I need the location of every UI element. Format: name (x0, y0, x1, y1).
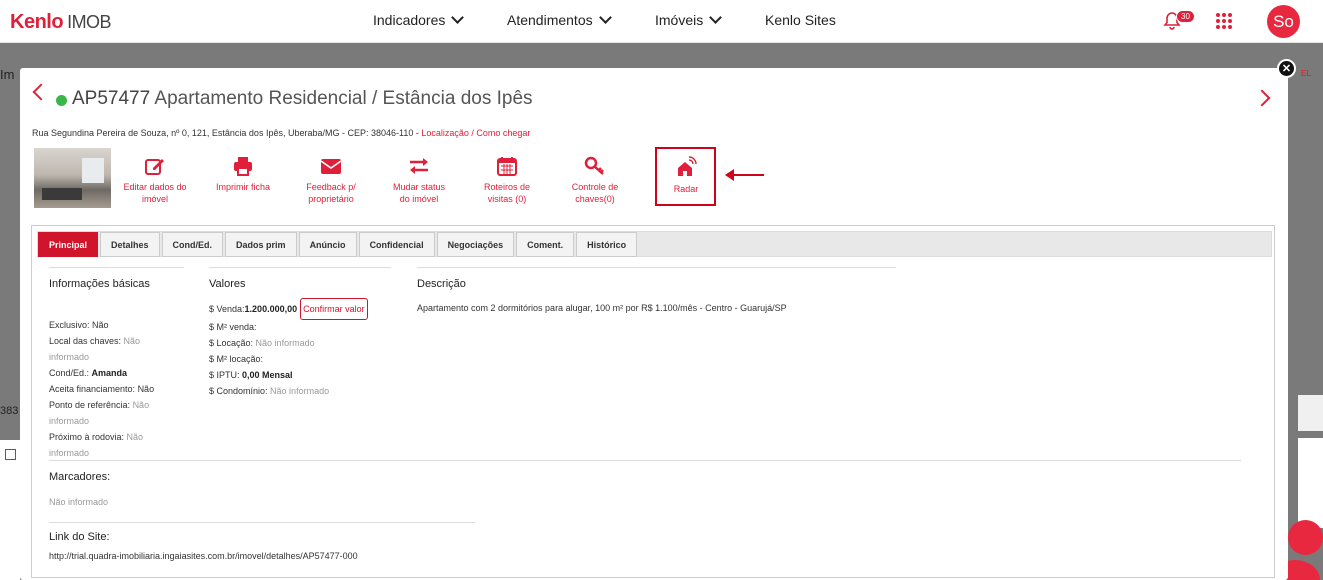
annotation-arrow-icon (725, 169, 764, 181)
background-panel (1298, 395, 1323, 431)
action-label: Imprimir ficha (215, 182, 270, 192)
calendar-icon (497, 157, 517, 176)
details-panel: Principal Detalhes Cond/Ed. Dados prim A… (31, 225, 1275, 578)
printer-icon (234, 157, 252, 176)
property-code: AP57477 (72, 88, 151, 109)
visit-routes-button[interactable]: Roteiros de visitas (0) (462, 156, 552, 205)
info-fields: Exclusivo: Não Local das chaves: Não inf… (49, 320, 155, 458)
section-title-marcadores: Marcadores: (49, 471, 111, 483)
chevron-down-icon (598, 11, 612, 24)
address-text: Rua Segundina Pereira de Souza, nº 0, 12… (32, 128, 422, 138)
close-modal-button[interactable]: ✕ (1277, 59, 1296, 78)
kenlo-logo[interactable]: Kenlo IMOB (10, 11, 112, 34)
logo-sub-text: IMOB (67, 12, 112, 32)
divider (209, 267, 391, 268)
section-title-valores: Valores (209, 278, 246, 290)
action-label: proprietário (308, 194, 354, 204)
nav-atendimentos[interactable]: Atendimentos (507, 11, 612, 28)
action-label: Mudar status (392, 182, 446, 192)
tab-historico[interactable]: Histórico (576, 232, 638, 257)
key-icon (584, 156, 604, 175)
action-label: Editar dados do (123, 182, 187, 192)
action-label: Roteiros de (483, 182, 531, 192)
edit-property-button[interactable]: Editar dados do imóvel (110, 156, 200, 205)
tab-confidencial[interactable]: Confidencial (358, 232, 435, 257)
background-text: Im (0, 67, 15, 82)
edit-icon (145, 159, 164, 175)
background-panel (1298, 438, 1323, 528)
chat-fab-button[interactable] (1288, 520, 1323, 555)
property-title: AP57477 Apartamento Residencial / Estânc… (72, 88, 533, 110)
background-text: EL (1301, 69, 1312, 78)
action-label: imóvel (141, 194, 168, 204)
change-status-button[interactable]: Mudar status do imóvel (374, 156, 464, 205)
property-address: Rua Segundina Pereira de Souza, nº 0, 12… (32, 128, 530, 138)
action-label: Feedback p/ (306, 182, 356, 192)
tab-detalhes[interactable]: Detalhes (100, 232, 160, 257)
tab-negociacoes[interactable]: Negociações (436, 232, 515, 257)
tab-bar: Principal Detalhes Cond/Ed. Dados prim A… (37, 231, 1272, 257)
background-checkbox (5, 449, 16, 460)
radar-button[interactable]: Radar (641, 156, 731, 195)
next-arrow-icon[interactable] (1253, 89, 1271, 107)
divider (49, 267, 184, 268)
chevron-down-icon (709, 11, 723, 24)
nav-label: Imóveis (655, 12, 704, 28)
status-dot (56, 95, 67, 106)
section-title-descricao: Descrição (417, 278, 466, 290)
radar-home-icon (678, 156, 697, 176)
tab-principal[interactable]: Principal (38, 232, 99, 257)
nav-label: Atendimentos (507, 12, 593, 28)
tab-dados-prim[interactable]: Dados prim (225, 232, 297, 257)
directions-link[interactable]: Como chegar (476, 128, 530, 138)
action-label: do imóvel (399, 194, 439, 204)
owner-feedback-button[interactable]: Feedback p/ proprietário (286, 156, 376, 205)
notification-badge: 30 (1176, 10, 1195, 23)
divider (49, 460, 1241, 461)
top-navbar: Kenlo IMOB Indicadores Atendimentos Imóve… (0, 0, 1323, 43)
apps-grid-icon[interactable] (1216, 13, 1232, 29)
tab-comentarios[interactable]: Coment. (516, 232, 575, 257)
chevron-down-icon (451, 11, 465, 24)
location-link[interactable]: Localização (421, 128, 469, 138)
section-title-link-site: Link do Site: (49, 531, 110, 543)
divider (49, 522, 475, 523)
tab-anuncio[interactable]: Anúncio (298, 232, 357, 257)
action-label: Radar (673, 184, 699, 194)
action-label: chaves(0) (575, 194, 615, 204)
background-text: 383 (0, 405, 19, 417)
previous-arrow-icon[interactable] (32, 83, 50, 101)
nav-indicadores[interactable]: Indicadores (373, 11, 465, 28)
nav-kenlo-sites[interactable]: Kenlo Sites (765, 12, 836, 28)
property-name: Apartamento Residencial / Estância dos I… (154, 88, 533, 109)
valores-fields: $ Venda: 1.200.000,00 Confirmar valor $ M… (209, 298, 409, 399)
site-link[interactable]: http://trial.quadra-imobiliaria.ingaiasi… (49, 548, 358, 564)
tab-cond-ed[interactable]: Cond/Ed. (161, 232, 224, 257)
background-panel (0, 440, 20, 580)
description-text: Apartamento com 2 dormitórios para aluga… (417, 303, 787, 313)
action-label: Controle de (571, 182, 619, 192)
marcadores-value: Não informado (49, 497, 109, 507)
nav-imoveis[interactable]: Imóveis (655, 11, 723, 28)
logo-main-text: Kenlo (10, 11, 64, 33)
print-sheet-button[interactable]: Imprimir ficha (198, 156, 288, 193)
divider (417, 267, 896, 268)
property-thumbnail[interactable] (34, 148, 111, 208)
property-modal: AP57477 Apartamento Residencial / Estânc… (20, 68, 1288, 580)
confirm-value-button[interactable]: Confirmar valor (300, 298, 368, 320)
section-title-info: Informações básicas (49, 278, 150, 290)
nav-label: Kenlo Sites (765, 12, 836, 28)
action-label: visitas (0) (487, 194, 527, 204)
nav-label: Indicadores (373, 12, 446, 28)
exchange-icon (410, 158, 428, 174)
mail-icon (320, 159, 342, 174)
key-control-button[interactable]: Controle de chaves(0) (550, 156, 640, 205)
avatar[interactable]: So (1267, 5, 1300, 38)
